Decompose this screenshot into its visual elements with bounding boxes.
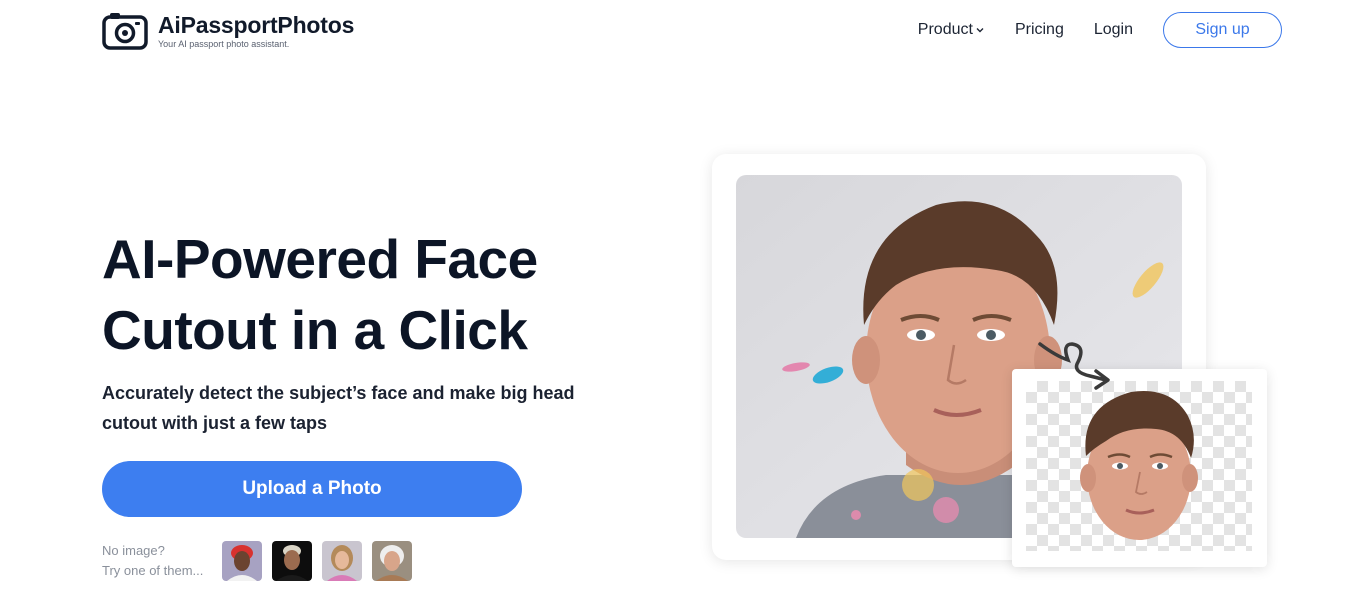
chevron-down-icon [976,28,984,33]
hero-subtitle-line-2: cutout with just a few taps [102,413,328,433]
nav-login[interactable]: Login [1094,21,1133,39]
nav-product[interactable]: Product [918,21,985,39]
signup-button[interactable]: Sign up [1163,12,1282,48]
sample-prompt-line-1: No image? [102,543,165,558]
curved-arrow-icon [1038,342,1110,390]
brand-logo[interactable]: AiPassportPhotos Your AI passport photo … [102,11,354,51]
brand-tagline: Your AI passport photo assistant. [158,39,290,49]
sample-image-1[interactable] [222,541,262,581]
top-nav: Product Pricing Login Sign up [918,12,1282,48]
sample-image-4[interactable] [372,541,412,581]
face-cutout-image [1076,386,1202,542]
sample-prompt: No image? Try one of them... [102,541,203,581]
brand-name: AiPassportPhotos [158,12,355,38]
nav-product-label: Product [917,21,973,38]
hero-subtitle-line-1: Accurately detect the subject’s face and… [102,383,575,403]
sample-image-2[interactable] [272,541,312,581]
nav-pricing[interactable]: Pricing [1015,21,1064,39]
sample-thumbnails [222,541,412,581]
camera-icon [102,13,148,50]
hero-title-line-1: AI-Powered Face [102,228,538,290]
hero-subtitle: Accurately detect the subject’s face and… [102,378,602,438]
upload-photo-button[interactable]: Upload a Photo [102,461,522,517]
hero-title-line-2: Cutout in a Click [102,299,528,361]
sample-image-3[interactable] [322,541,362,581]
hero-title: AI-Powered Face Cutout in a Click [102,224,642,366]
sample-prompt-line-2: Try one of them... [102,563,204,578]
